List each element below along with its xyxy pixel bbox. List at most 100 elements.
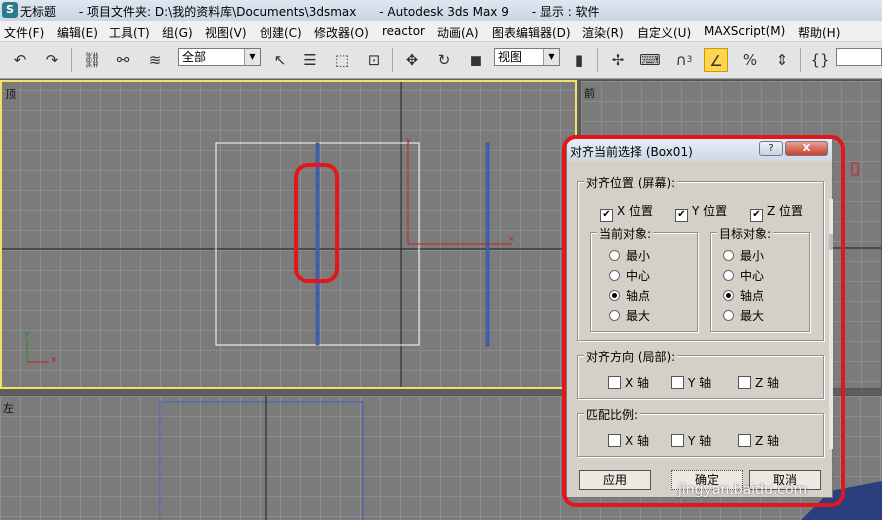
menu-bar: 文件(F) 编辑(E) 工具(T) 组(G) 视图(V) 创建(C) 修改器(O… bbox=[0, 21, 882, 42]
select-link-icon[interactable]: ⛓ bbox=[80, 48, 104, 72]
orient-y-checkbox[interactable]: Y 轴 bbox=[671, 374, 711, 391]
x-position-checkbox[interactable]: ✔ X 位置 bbox=[600, 202, 653, 222]
target-object-label: 目标对象: bbox=[717, 225, 774, 242]
menu-reactor[interactable]: reactor bbox=[382, 24, 425, 38]
window-title: 无标题 - 项目文件夹: D:\我的资料库\Documents\3dsmax -… bbox=[20, 5, 600, 19]
dialog-scrollbar-thumb[interactable] bbox=[829, 234, 833, 250]
target-min-radio[interactable]: 最小 bbox=[723, 247, 764, 264]
selection-filter-dropdown[interactable]: 全部 ▼ bbox=[178, 48, 261, 66]
toolbar-separator bbox=[71, 48, 72, 72]
named-selection-icon[interactable]: {} bbox=[808, 48, 832, 72]
move-icon[interactable]: ✥ bbox=[400, 48, 424, 72]
reference-coord-dropdown[interactable]: 视图 ▼ bbox=[494, 48, 560, 66]
scale-z-checkbox[interactable]: Z 轴 bbox=[738, 432, 779, 449]
y-position-label: Y 位置 bbox=[692, 204, 728, 218]
orient-y-label: Y 轴 bbox=[688, 376, 712, 390]
app-icon: S bbox=[2, 2, 18, 18]
check-icon: ✔ bbox=[675, 209, 688, 222]
reference-coord-value: 视图 bbox=[498, 50, 523, 64]
menu-group[interactable]: 组(G) bbox=[162, 24, 193, 41]
pivot-center-icon[interactable]: ▮ bbox=[567, 48, 591, 72]
bind-spacewarp-icon[interactable]: ≋ bbox=[143, 48, 167, 72]
z-position-checkbox[interactable]: ✔ Z 位置 bbox=[750, 202, 803, 222]
selection-filter-value: 全部 bbox=[182, 50, 207, 64]
current-object-group: 当前对象: 最小 中心 轴点 最大 bbox=[590, 225, 698, 332]
apply-button[interactable]: 应用 bbox=[579, 470, 651, 490]
current-max-label: 最大 bbox=[626, 309, 651, 323]
menu-graph-editors[interactable]: 图表编辑器(D) bbox=[492, 24, 571, 41]
viewport-top[interactable]: 顶 x y y x bbox=[0, 80, 577, 389]
selected-plane-object bbox=[315, 142, 320, 346]
align-position-group: 对齐位置 (屏幕): ✔ X 位置 ✔ Y 位置 ✔ Z 位置 当前对象: 最小 中心… bbox=[577, 174, 824, 341]
unlink-icon[interactable]: ⚯ bbox=[111, 48, 135, 72]
named-selection-field[interactable] bbox=[836, 48, 882, 66]
dialog-help-button[interactable]: ? bbox=[759, 141, 783, 156]
current-center-label: 中心 bbox=[626, 269, 651, 283]
menu-rendering[interactable]: 渲染(R) bbox=[582, 24, 624, 41]
radio-selected-icon bbox=[609, 290, 620, 301]
check-icon: ✔ bbox=[600, 209, 613, 222]
z-position-label: Z 位置 bbox=[767, 204, 804, 218]
checkbox-icon bbox=[671, 376, 684, 389]
y-position-checkbox[interactable]: ✔ Y 位置 bbox=[675, 202, 727, 222]
menu-help[interactable]: 帮助(H) bbox=[798, 24, 840, 41]
snap-toggle-icon[interactable]: ∩3 bbox=[672, 48, 696, 72]
current-min-radio[interactable]: 最小 bbox=[609, 247, 650, 264]
check-icon: ✔ bbox=[750, 209, 763, 222]
radio-icon bbox=[609, 310, 620, 321]
menu-file[interactable]: 文件(F) bbox=[4, 24, 44, 41]
menu-customize[interactable]: 自定义(U) bbox=[637, 24, 691, 41]
radio-icon bbox=[723, 310, 734, 321]
window-crossing-icon[interactable]: ⊡ bbox=[362, 48, 386, 72]
current-center-radio[interactable]: 中心 bbox=[609, 267, 650, 284]
keyboard-shortcut-icon[interactable]: ⌨ bbox=[638, 48, 662, 72]
toolbar-separator bbox=[800, 48, 801, 72]
current-pivot-label: 轴点 bbox=[626, 289, 651, 303]
pivot-x-label: x bbox=[509, 234, 514, 243]
radio-icon bbox=[723, 250, 734, 261]
dialog-close-button[interactable]: X bbox=[785, 141, 828, 156]
menu-tools[interactable]: 工具(T) bbox=[109, 24, 150, 41]
x-position-label: X 位置 bbox=[617, 204, 654, 218]
menu-modifiers[interactable]: 修改器(O) bbox=[314, 24, 369, 41]
redo-icon[interactable]: ↷ bbox=[40, 48, 64, 72]
menu-edit[interactable]: 编辑(E) bbox=[57, 24, 98, 41]
orient-z-checkbox[interactable]: Z 轴 bbox=[738, 374, 779, 391]
select-object-icon[interactable]: ↖ bbox=[268, 48, 292, 72]
current-max-radio[interactable]: 最大 bbox=[609, 307, 650, 324]
menu-animation[interactable]: 动画(A) bbox=[437, 24, 479, 41]
target-center-label: 中心 bbox=[740, 269, 765, 283]
target-min-label: 最小 bbox=[740, 249, 765, 263]
target-max-radio[interactable]: 最大 bbox=[723, 307, 764, 324]
menu-views[interactable]: 视图(V) bbox=[205, 24, 247, 41]
menu-maxscript[interactable]: MAXScript(M) bbox=[704, 24, 785, 38]
rect-selection-icon[interactable]: ⬚ bbox=[330, 48, 354, 72]
select-manipulate-icon[interactable]: ✢ bbox=[606, 48, 630, 72]
scale-icon[interactable]: ◼ bbox=[464, 48, 488, 72]
target-max-label: 最大 bbox=[740, 309, 765, 323]
current-object-label: 当前对象: bbox=[597, 225, 654, 242]
radio-icon bbox=[609, 270, 620, 281]
current-pivot-radio[interactable]: 轴点 bbox=[609, 287, 650, 304]
percent-snap-icon[interactable]: % bbox=[738, 48, 762, 72]
scale-y-checkbox[interactable]: Y 轴 bbox=[671, 432, 711, 449]
watermark: jingyan.baidu.com bbox=[678, 482, 808, 498]
spinner-snap-icon[interactable]: ⇕ bbox=[770, 48, 794, 72]
orient-x-checkbox[interactable]: X 轴 bbox=[608, 374, 649, 391]
select-by-name-icon[interactable]: ☰ bbox=[298, 48, 322, 72]
checkbox-icon bbox=[608, 376, 621, 389]
target-pivot-radio[interactable]: 轴点 bbox=[723, 287, 764, 304]
axis-tripod-y-label: y bbox=[24, 329, 30, 339]
rotate-icon[interactable]: ↻ bbox=[432, 48, 456, 72]
radio-icon bbox=[609, 250, 620, 261]
undo-icon[interactable]: ↶ bbox=[8, 48, 32, 72]
dialog-title: 对齐当前选择 (Box01) bbox=[570, 145, 693, 159]
target-pivot-label: 轴点 bbox=[740, 289, 765, 303]
target-center-radio[interactable]: 中心 bbox=[723, 267, 764, 284]
align-orientation-label: 对齐方向 (局部): bbox=[584, 348, 678, 365]
angle-snap-icon[interactable]: ∠ bbox=[704, 48, 728, 72]
checkbox-icon bbox=[608, 434, 621, 447]
dialog-title-bar[interactable]: 对齐当前选择 (Box01) ? X bbox=[567, 139, 832, 161]
scale-x-checkbox[interactable]: X 轴 bbox=[608, 432, 649, 449]
menu-create[interactable]: 创建(C) bbox=[260, 24, 302, 41]
